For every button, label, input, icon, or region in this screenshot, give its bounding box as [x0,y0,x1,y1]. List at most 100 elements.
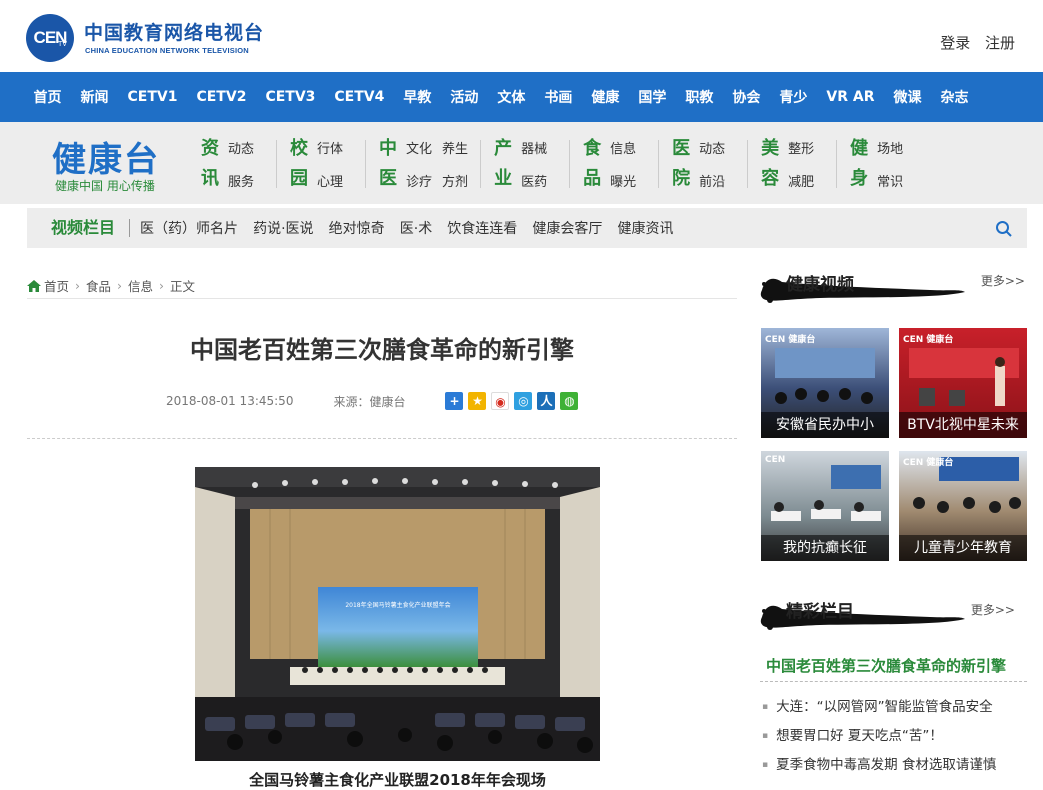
group-link[interactable]: 心理 [317,171,343,190]
group-link[interactable]: 整形 [788,138,814,157]
group-link[interactable]: 方剂 [442,171,468,190]
video-caption[interactable]: 儿童青少年教育 [899,535,1027,561]
video-thumb[interactable]: CEN 健康台 BTV北视中星未来 [899,328,1027,438]
more-link[interactable]: 更多>> [971,601,1015,618]
nav-item[interactable]: 协会 [723,87,770,107]
chevron-right-icon: › [117,278,123,293]
nav-item[interactable]: CETV4 [325,89,394,105]
screen-banner-text: 2018年全国马铃薯主食化产业联盟年会 [345,601,450,609]
brand-name-cn[interactable]: 中国教育网络电视台 [84,18,264,45]
share-qzone-icon[interactable]: ★ [468,392,487,410]
video-column-links: 医（药）师名片 药说·医说 绝对惊奇 医·术 饮食连连看 健康会客厅 健康资讯 [130,218,673,238]
group-head[interactable]: 食品 [582,134,602,194]
group-link[interactable]: 曝光 [610,171,636,190]
group-link[interactable]: 动态 [228,138,254,157]
nav-item[interactable]: 杂志 [931,87,978,107]
video-column-link[interactable]: 医·术 [400,221,432,237]
breadcrumb-home[interactable]: 首页 [44,276,69,295]
article-title: 中国老百姓第三次膳食革命的新引擎 [190,336,574,364]
login-link[interactable]: 登录 [940,34,970,52]
search-icon[interactable] [995,220,1013,238]
group-link[interactable]: 器械 [521,138,547,157]
nav-item[interactable]: 职教 [676,87,723,107]
auth-links: 登录 注册 [930,32,1015,53]
featured-title: 精彩栏目 [786,602,854,622]
more-link[interactable]: 更多>> [981,272,1025,289]
register-link[interactable]: 注册 [985,34,1015,52]
group-head[interactable]: 中医 [378,134,398,194]
share-weibo-icon[interactable]: ◉ [491,392,510,410]
share-more-icon[interactable]: + [445,392,464,410]
video-column-link[interactable]: 医（药）师名片 [140,221,238,237]
group-link[interactable]: 动态 [699,138,725,157]
list-item[interactable]: 夏季食物中毒高发期 食材选取请谨慎 [762,755,996,784]
site-header: CEN TV 中国教育网络电视台 CHINA EDUCATION NETWORK… [0,0,1043,72]
cen-logo[interactable]: CEN [26,14,74,62]
group-head[interactable]: 美容 [760,134,780,194]
channel-title[interactable]: 健康台 [52,132,160,181]
group-link[interactable]: 诊疗 [406,171,432,190]
group-link[interactable]: 养生 [442,138,468,157]
breadcrumb-item[interactable]: 食品 [86,276,111,295]
video-thumb[interactable]: CEN 健康台 安徽省民办中小 [761,328,889,438]
channel-group: 中医 文化 养生 诊疗 方剂 [378,134,493,194]
nav-item[interactable]: 文体 [488,87,535,107]
nav-item[interactable]: 微课 [884,87,931,107]
article-meta: 2018-08-01 13:45:50 来源：健康台 + ★ ◉ ◎ 人 ◍ [166,392,579,410]
video-column-link[interactable]: 健康资讯 [617,221,673,237]
logo-tv-mark: TV [58,41,67,48]
video-tag: CEN 健康台 [765,335,816,345]
featured-header: 精彩栏目 更多>> [760,597,1027,630]
video-caption[interactable]: 安徽省民办中小 [761,412,889,438]
video-column-link[interactable]: 药说·医说 [253,221,313,237]
share-renren-icon[interactable]: 人 [537,392,556,410]
group-link[interactable]: 行体 [317,138,343,157]
list-item[interactable]: 大连：“以网管网”智能监管食品安全 [762,697,996,726]
video-column-bar: 视频栏目 医（药）师名片 药说·医说 绝对惊奇 医·术 饮食连连看 健康会客厅 … [27,208,1027,248]
video-column-link[interactable]: 饮食连连看 [447,221,517,237]
group-link[interactable]: 信息 [610,138,636,157]
nav-item[interactable]: 书画 [535,87,582,107]
channel-group: 校园 行体心理 [289,134,378,194]
group-link[interactable]: 医药 [521,171,547,190]
channel-group: 医院 动态前沿 [671,134,760,194]
video-column-link[interactable]: 绝对惊奇 [329,221,385,237]
video-column-link[interactable]: 健康会客厅 [532,221,602,237]
group-head[interactable]: 医院 [671,134,691,194]
group-head[interactable]: 资讯 [200,134,220,194]
nav-item[interactable]: 新闻 [71,87,118,107]
breadcrumb-item[interactable]: 信息 [128,276,153,295]
featured-headline[interactable]: 中国老百姓第三次膳食革命的新引擎 [766,655,1006,676]
share-tencent-weibo-icon[interactable]: ◎ [514,392,533,410]
brand-name-en: CHINA EDUCATION NETWORK TELEVISION [85,46,249,55]
video-caption[interactable]: 我的抗癫长征 [761,535,889,561]
group-head[interactable]: 健身 [849,134,869,194]
nav-item[interactable]: 青少 [770,87,817,107]
group-head[interactable]: 产业 [493,134,513,194]
nav-item[interactable]: 活动 [441,87,488,107]
list-item[interactable]: 想要胃口好 夏天吃点“苦”！ [762,726,996,755]
group-link[interactable]: 服务 [228,171,254,190]
group-link[interactable]: 场地 [877,138,903,157]
group-head[interactable]: 校园 [289,134,309,194]
video-caption[interactable]: BTV北视中星未来 [899,412,1027,438]
nav-item[interactable]: 首页 [24,87,71,107]
group-link[interactable]: 文化 [406,138,432,157]
video-tag: CEN [765,455,786,465]
group-link[interactable]: 前沿 [699,171,725,190]
health-video-header: 健康视频 更多>> [760,270,1027,303]
group-link[interactable]: 减肥 [788,171,814,190]
nav-item[interactable]: VR AR [817,89,884,105]
share-wechat-icon[interactable]: ◍ [560,392,579,410]
video-thumb[interactable]: CEN 健康台 儿童青少年教育 [899,451,1027,561]
nav-item[interactable]: 早教 [394,87,441,107]
nav-item[interactable]: CETV1 [118,89,187,105]
featured-list: 大连：“以网管网”智能监管食品安全 想要胃口好 夏天吃点“苦”！ 夏季食物中毒高… [762,697,996,784]
nav-item[interactable]: 国学 [629,87,676,107]
channel-group: 食品 信息曝光 [582,134,671,194]
nav-item-health[interactable]: 健康 [582,87,629,107]
nav-item[interactable]: CETV3 [256,89,325,105]
group-link[interactable]: 常识 [877,171,903,190]
video-thumb[interactable]: CEN 我的抗癫长征 [761,451,889,561]
nav-item[interactable]: CETV2 [187,89,256,105]
